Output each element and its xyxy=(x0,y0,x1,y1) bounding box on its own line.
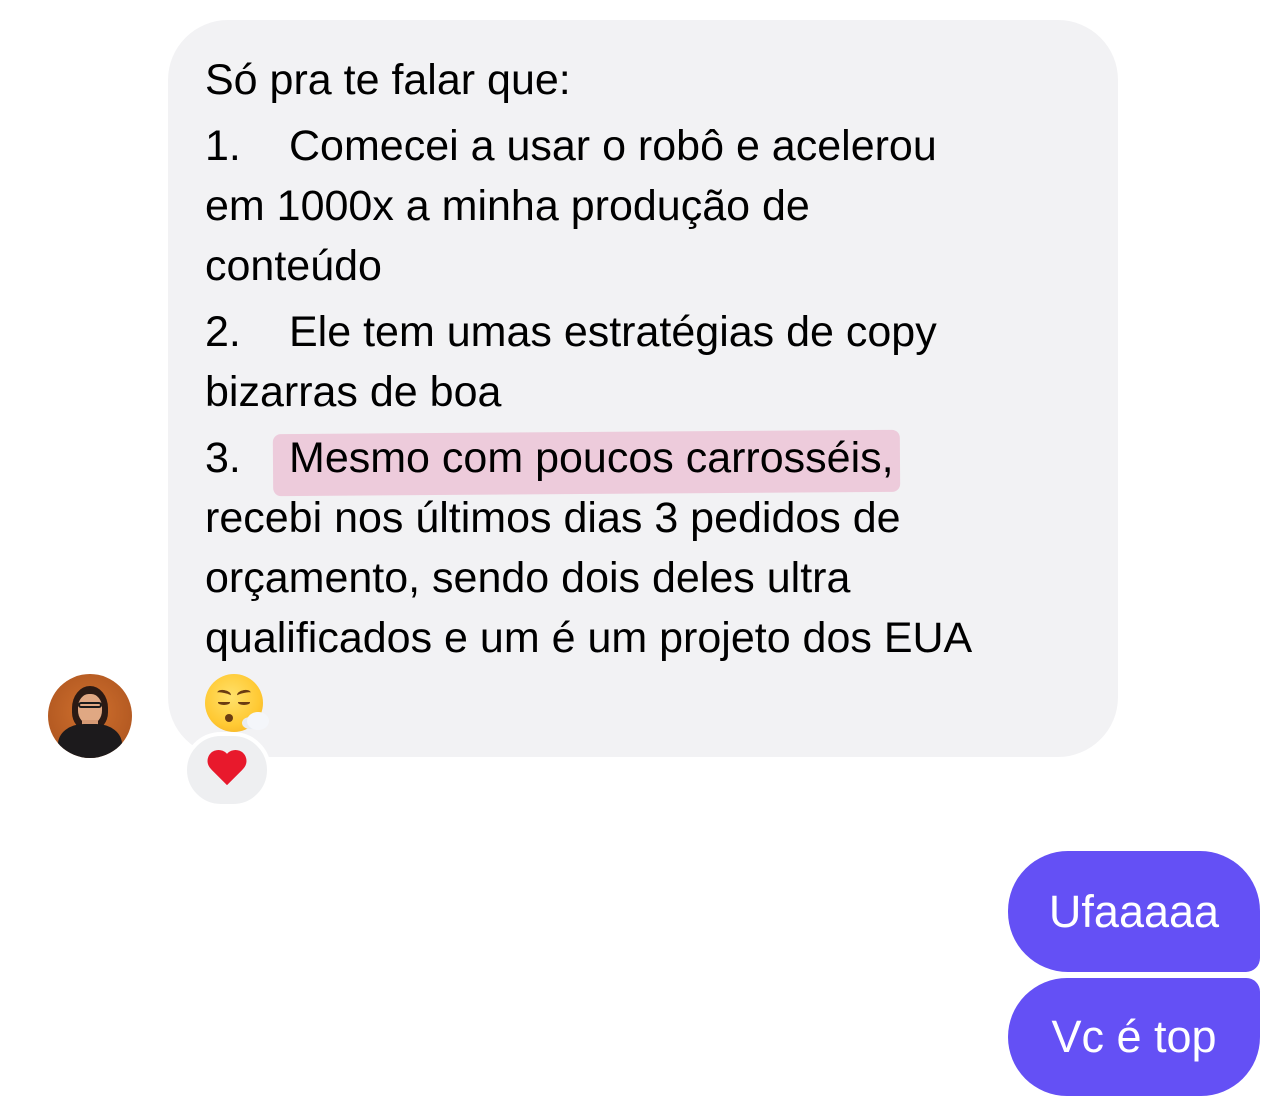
list-item-text: Comecei a usar o robô e acelerou xyxy=(289,122,937,170)
list-item-1-line-2: em 1000x a minha produção de xyxy=(205,182,810,230)
list-item-3-line-3: orçamento, sendo dois deles ultra xyxy=(205,554,851,602)
reaction-badge[interactable] xyxy=(183,732,271,808)
list-item-1-line-3: conteúdo xyxy=(205,242,382,290)
avatar[interactable] xyxy=(48,674,132,758)
list-number: 2. xyxy=(205,308,241,356)
heart-icon xyxy=(207,751,247,789)
chat-thread: Só pra te falar que: 1. Comecei a usar o … xyxy=(0,0,1284,1104)
list-item-3: 3. Mesmo com poucos carrosséis, xyxy=(205,428,1082,488)
list-number: 1. xyxy=(205,122,241,170)
list-item-2-line-2: bizarras de boa xyxy=(205,368,502,416)
highlighted-text: Mesmo com poucos carrosséis, xyxy=(289,428,894,488)
list-item-3-line-4: qualificados e um é um projeto dos EUA xyxy=(205,614,973,662)
list-item-text: Mesmo com poucos carrosséis, xyxy=(289,434,894,482)
outgoing-message-bubble[interactable]: Ufaaaaa xyxy=(1008,851,1260,972)
list-item-2: 2. Ele tem umas estratégias de copy xyxy=(205,302,1082,362)
outgoing-message-bubble[interactable]: Vc é top xyxy=(1008,978,1260,1096)
outgoing-message-text: Vc é top xyxy=(1051,1011,1217,1062)
message-intro: Só pra te falar que: xyxy=(205,56,571,104)
list-item-1: 1. Comecei a usar o robô e acelerou xyxy=(205,116,1082,176)
incoming-message-bubble[interactable]: Só pra te falar que: 1. Comecei a usar o … xyxy=(168,20,1118,757)
list-item-text: Ele tem umas estratégias de copy xyxy=(289,308,937,356)
outgoing-message-text: Ufaaaaa xyxy=(1048,885,1220,937)
face-exhaling-emoji xyxy=(205,674,269,732)
list-item-3-line-2: recebi nos últimos dias 3 pedidos de xyxy=(205,494,901,542)
